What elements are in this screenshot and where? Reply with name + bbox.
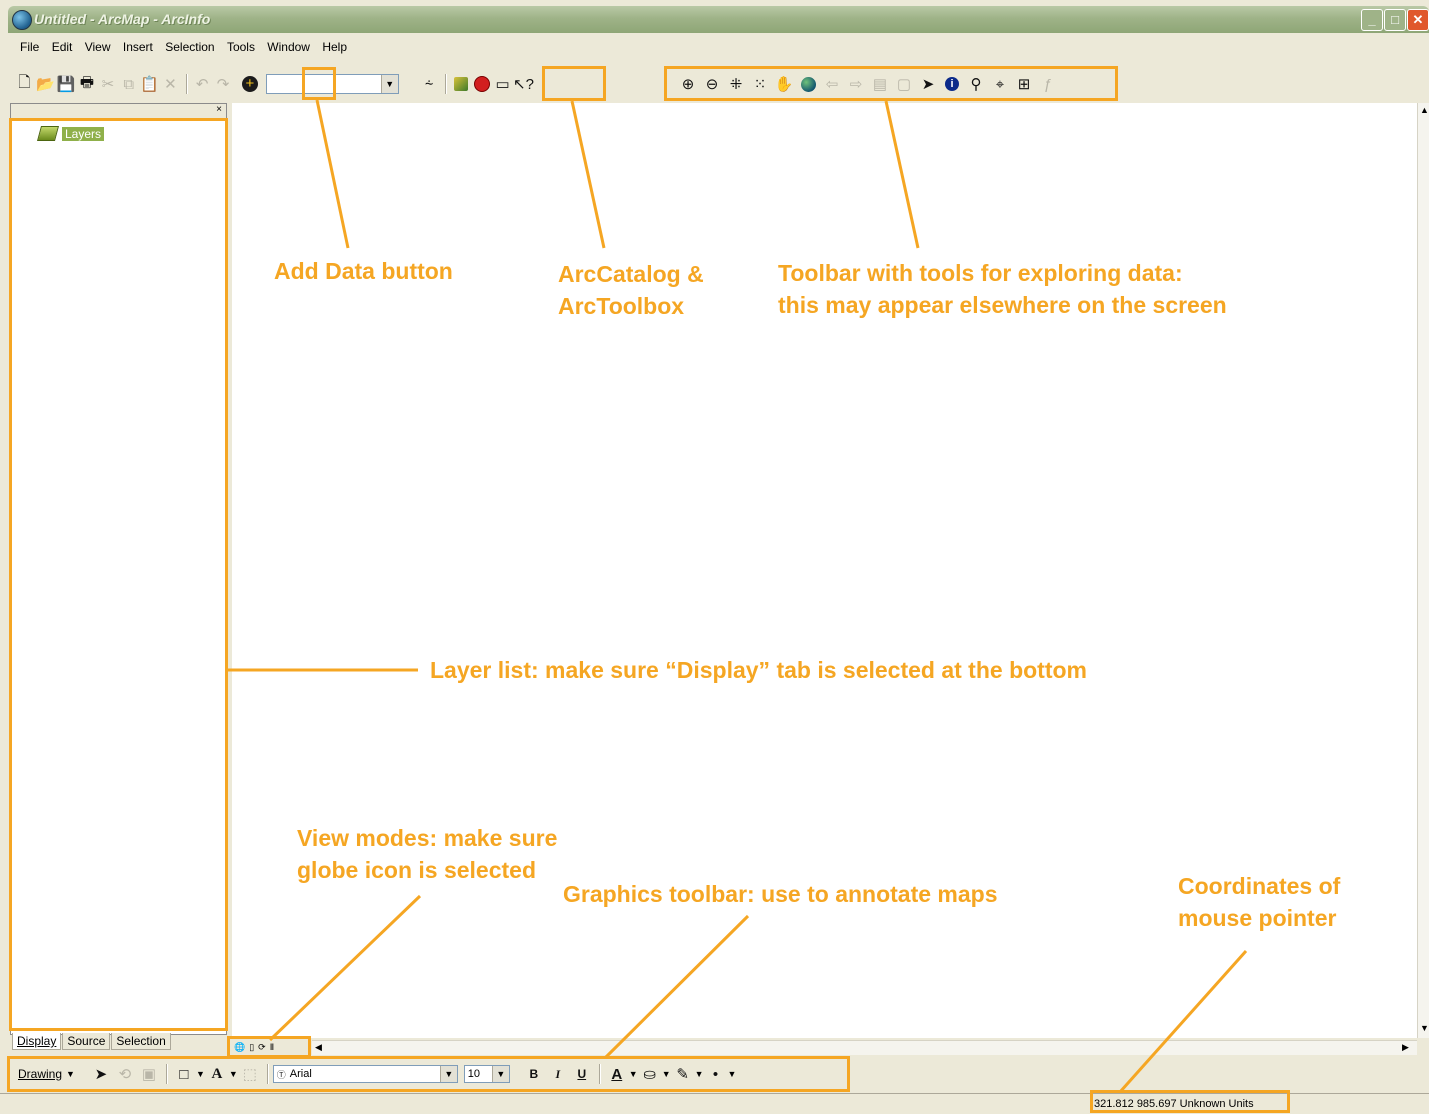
highlight-layer-list (9, 118, 228, 1031)
scroll-right-icon[interactable]: ▶ (1402, 1042, 1409, 1053)
annotation-graphics-toolbar: Graphics toolbar: use to annotate maps (563, 881, 998, 907)
highlight-view-modes (227, 1036, 311, 1058)
annotation-view-modes-line2: globe icon is selected (297, 857, 537, 884)
annotation-view-modes-line1: View modes: make sure (297, 825, 558, 851)
arcmap-globe-icon (12, 10, 32, 30)
editor-toolbar-icon[interactable]: ⸞ (419, 72, 440, 96)
paste-icon[interactable]: 📋 (139, 72, 160, 96)
toolbar-separator (444, 74, 446, 94)
arccatalog-icon[interactable] (450, 72, 471, 96)
minimize-button[interactable]: _ (1361, 9, 1383, 31)
add-data-icon[interactable]: + (239, 72, 260, 96)
annotation-arccatalog-line1: ArcCatalog & (558, 261, 704, 287)
highlight-tools-toolbar (664, 66, 1118, 101)
title-bar: Untitled - ArcMap - ArcInfo _ □ ✕ (8, 6, 1429, 33)
annotation-explore-line1: Toolbar with tools for exploring data: (778, 260, 1183, 286)
toc-header: × (11, 104, 226, 119)
menu-file[interactable]: File (20, 40, 39, 54)
menu-bar: File Edit View Insert Selection Tools Wi… (8, 40, 1429, 62)
new-document-icon[interactable]: 🗋 (14, 72, 35, 96)
close-icon[interactable]: × (216, 104, 222, 115)
annotation-arccatalog: ArcCatalog & ArcToolbox (558, 258, 704, 322)
tab-selection[interactable]: Selection (111, 1033, 171, 1050)
close-button[interactable]: ✕ (1407, 9, 1429, 31)
undo-icon[interactable]: ↶ (192, 72, 213, 96)
menu-view[interactable]: View (85, 40, 111, 54)
highlight-add-data (302, 67, 336, 100)
highlight-graphics-toolbar (7, 1056, 850, 1092)
standard-toolbar: 🗋 📂 💾 🖶 ✂ ⧉ 📋 ✕ ↶ ↷ + ▼ ⸞ ▭ ↖? (14, 68, 534, 100)
command-line-icon[interactable]: ▭ (492, 72, 513, 96)
menu-insert[interactable]: Insert (123, 40, 153, 54)
menu-window[interactable]: Window (267, 40, 310, 54)
annotation-arccatalog-line2: ArcToolbox (558, 293, 685, 320)
print-icon[interactable]: 🖶 (77, 72, 98, 96)
horizontal-scrollbar[interactable]: ◀ ▶ (312, 1040, 1417, 1055)
annotation-coordinates-line1: Coordinates of (1178, 873, 1341, 899)
arctoolbox-icon[interactable] (471, 72, 492, 96)
redo-icon[interactable]: ↷ (213, 72, 234, 96)
annotation-coordinates-line2: mouse pointer (1178, 905, 1337, 932)
chevron-down-icon[interactable]: ▼ (380, 75, 398, 93)
menu-selection[interactable]: Selection (165, 40, 214, 54)
highlight-coordinates (1090, 1090, 1290, 1113)
scroll-down-icon[interactable]: ▼ (1420, 1023, 1429, 1033)
annotation-view-modes: View modes: make sure globe icon is sele… (297, 822, 557, 886)
open-folder-icon[interactable]: 📂 (35, 72, 56, 96)
annotation-explore-line2: this may appear elsewhere on the screen (778, 292, 1227, 319)
scroll-left-icon[interactable]: ◀ (315, 1042, 322, 1053)
toolbar-separator (185, 74, 187, 94)
delete-icon[interactable]: ✕ (160, 72, 181, 96)
menu-edit[interactable]: Edit (52, 40, 73, 54)
vertical-scrollbar[interactable]: ▲ ▼ (1417, 103, 1429, 1038)
window-title: Untitled - ArcMap - ArcInfo (34, 11, 211, 27)
save-icon[interactable]: 💾 (56, 72, 77, 96)
tab-display[interactable]: Display (12, 1033, 62, 1050)
annotation-layer-list: Layer list: make sure “Display” tab is s… (430, 657, 1087, 683)
annotation-add-data: Add Data button (274, 258, 453, 284)
tab-source[interactable]: Source (62, 1033, 111, 1050)
annotation-explore-toolbar: Toolbar with tools for exploring data: t… (778, 257, 1227, 321)
highlight-arccatalog (542, 66, 606, 101)
menu-tools[interactable]: Tools (227, 40, 255, 54)
annotation-coordinates: Coordinates of mouse pointer (1178, 870, 1340, 934)
menu-help[interactable]: Help (322, 40, 347, 54)
whats-this-help-icon[interactable]: ↖? (513, 72, 534, 96)
toc-tabs: Display Source Selection (12, 1033, 172, 1050)
scroll-up-icon[interactable]: ▲ (1420, 105, 1429, 115)
copy-icon[interactable]: ⧉ (118, 72, 139, 96)
cut-icon[interactable]: ✂ (97, 72, 118, 96)
maximize-button[interactable]: □ (1384, 9, 1406, 31)
